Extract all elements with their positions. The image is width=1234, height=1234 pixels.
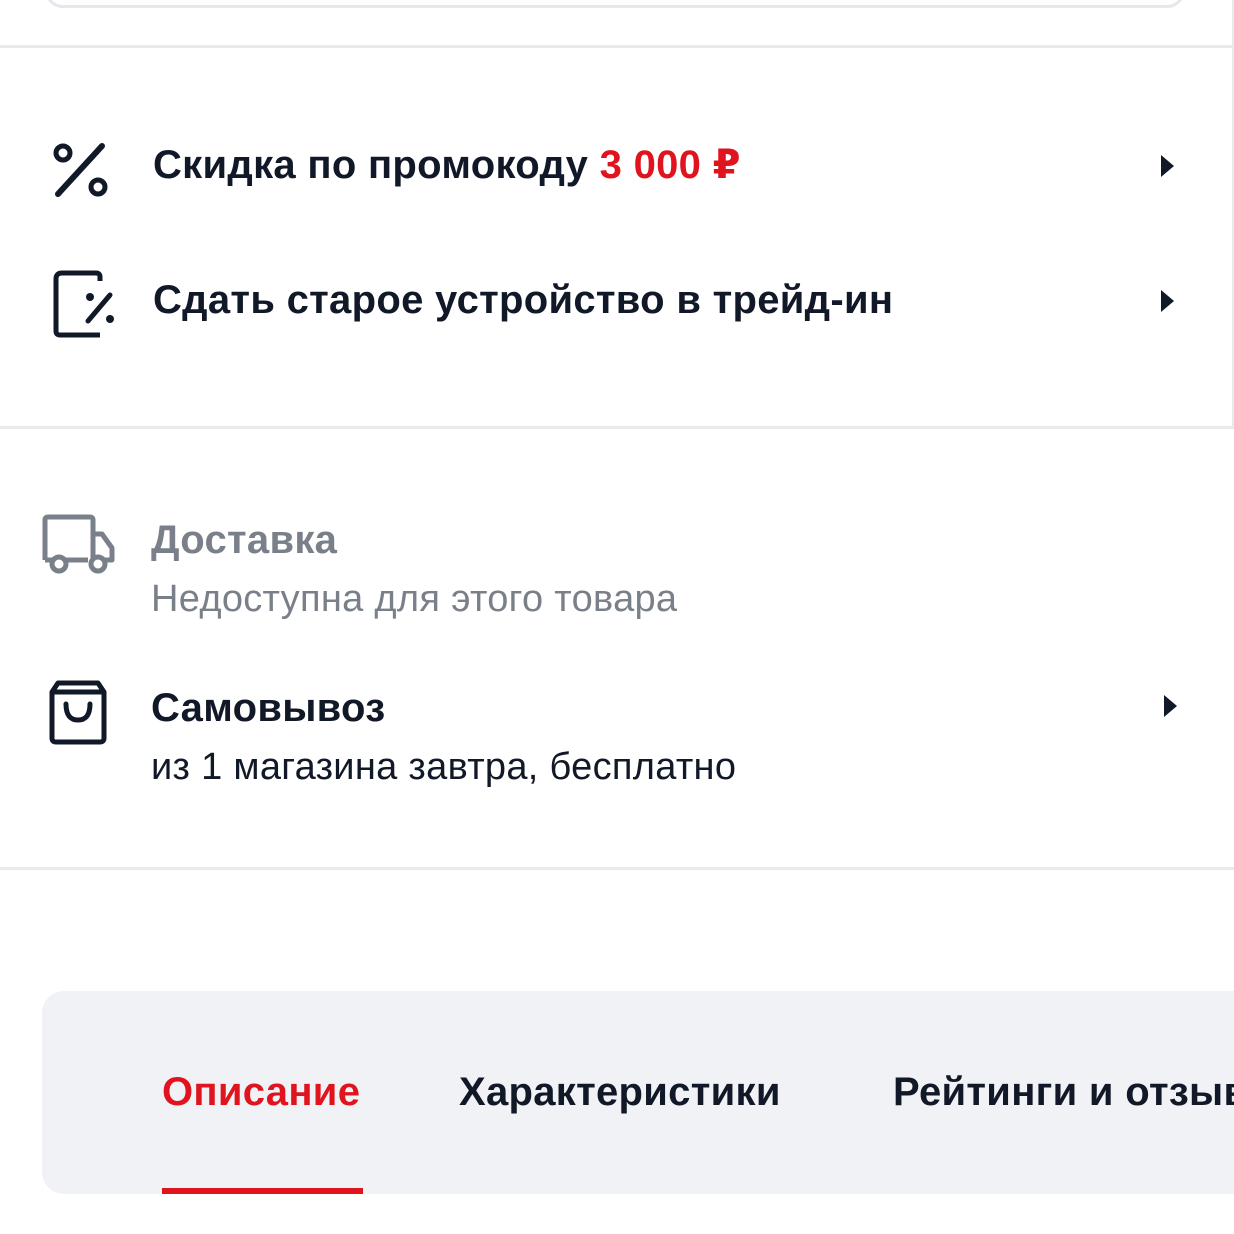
delivery-row: Доставка Недоступна для этого товара xyxy=(0,500,1234,630)
pickup-row[interactable]: Самовывоз из 1 магазина завтра, бесплатн… xyxy=(0,670,1234,800)
divider xyxy=(0,867,1234,870)
tab-specifications[interactable]: Характеристики xyxy=(459,1070,781,1115)
percent-icon xyxy=(53,143,108,197)
trade-in-icon xyxy=(53,270,114,338)
pickup-subtitle: из 1 магазина завтра, бесплатно xyxy=(151,746,737,788)
chevron-right-icon xyxy=(1161,155,1174,177)
promo-discount-amount: 3 000 ₽ xyxy=(599,143,741,187)
divider xyxy=(0,426,1234,429)
truck-icon xyxy=(42,514,115,574)
delivery-title: Доставка xyxy=(151,518,338,562)
delivery-subtitle: Недоступна для этого товара xyxy=(151,578,678,620)
trade-in-row[interactable]: Сдать старое устройство в трейд-ин xyxy=(0,255,1234,355)
shopping-bag-icon xyxy=(49,680,107,745)
chevron-right-icon xyxy=(1161,290,1174,312)
active-tab-indicator xyxy=(162,1188,363,1194)
pickup-title: Самовывоз xyxy=(151,686,386,730)
tab-description[interactable]: Описание xyxy=(162,1070,360,1115)
promo-code-row[interactable]: Скидка по промокоду 3 000 ₽ xyxy=(0,120,1234,220)
chevron-right-icon xyxy=(1164,695,1177,717)
promo-code-label: Скидка по промокоду 3 000 ₽ xyxy=(153,142,741,188)
promo-code-text: Скидка по промокоду xyxy=(153,143,589,187)
previous-card xyxy=(45,0,1185,8)
product-page: Скидка по промокоду 3 000 ₽ Сдать старое… xyxy=(0,0,1234,1234)
tab-ratings-reviews[interactable]: Рейтинги и отзывы xyxy=(893,1070,1234,1115)
trade-in-label: Сдать старое устройство в трейд-ин xyxy=(153,278,894,322)
divider xyxy=(0,45,1234,48)
